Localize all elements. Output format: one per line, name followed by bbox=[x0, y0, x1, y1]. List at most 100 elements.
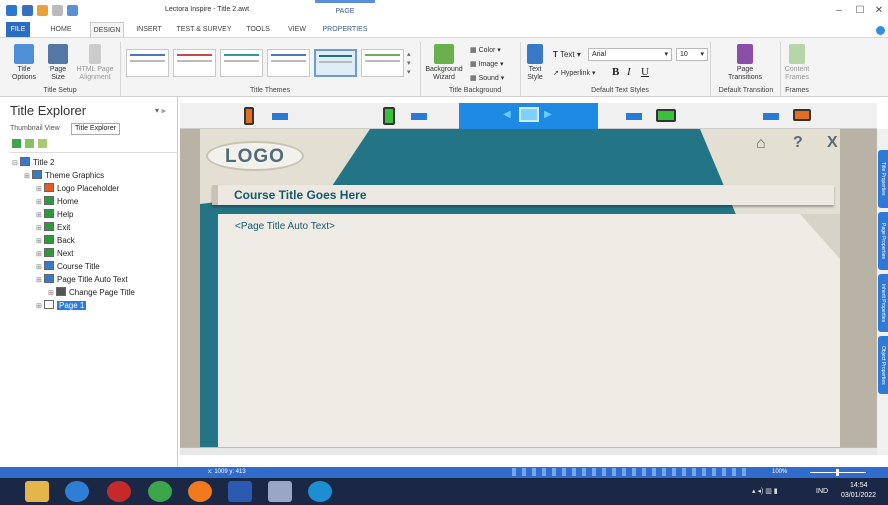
page-transitions-button[interactable]: Page Transitions bbox=[722, 44, 768, 82]
tree-node-icon bbox=[20, 157, 30, 166]
text-style-button[interactable]: Text Style bbox=[522, 44, 548, 82]
font-family-select[interactable]: Arial ▾ bbox=[588, 48, 672, 61]
html-page-alignment-button[interactable]: HTML Page Alignment bbox=[76, 44, 114, 82]
clock-date[interactable]: 03/01/2022 bbox=[841, 492, 876, 499]
background-wizard-button[interactable]: Background Wizard bbox=[424, 44, 464, 82]
save-icon[interactable] bbox=[22, 5, 33, 16]
italic-button[interactable]: I bbox=[627, 66, 631, 78]
theme-thumb-2[interactable] bbox=[173, 49, 216, 77]
file-explorer-icon[interactable] bbox=[25, 481, 49, 502]
theme-thumb-4[interactable] bbox=[267, 49, 310, 77]
clock-time[interactable]: 14:54 bbox=[850, 482, 868, 489]
redo-icon[interactable] bbox=[52, 5, 63, 16]
tab-home[interactable]: HOME bbox=[46, 22, 76, 37]
tree-item[interactable]: ⊞ Page Title Auto Text bbox=[36, 273, 128, 286]
collapse-icon[interactable] bbox=[25, 139, 34, 148]
maximize-button[interactable]: ☐ bbox=[851, 4, 869, 18]
text-type-dropdown[interactable]: T Text ▾ bbox=[553, 50, 581, 59]
separator bbox=[780, 42, 781, 96]
theme-thumb-6[interactable] bbox=[361, 49, 404, 77]
internet-explorer-icon[interactable] bbox=[65, 481, 89, 502]
title-options-button[interactable]: Title Options bbox=[10, 44, 38, 82]
phone-landscape-icon bbox=[793, 109, 811, 121]
tree-node-icon bbox=[44, 183, 54, 192]
side-tab[interactable]: Object Properties bbox=[878, 336, 888, 394]
help-button[interactable]: ? bbox=[793, 134, 803, 152]
bold-button[interactable]: B bbox=[612, 66, 619, 78]
tree-item[interactable]: ⊞ Home bbox=[36, 195, 78, 208]
side-tab[interactable]: Page Properties bbox=[878, 212, 888, 270]
tab-title-explorer[interactable]: Title Explorer bbox=[71, 123, 120, 135]
word-icon[interactable] bbox=[228, 481, 252, 502]
input-language[interactable]: IND bbox=[816, 488, 828, 495]
tree-item[interactable]: ⊟ Title 2 bbox=[12, 156, 55, 169]
expander-icon[interactable]: ⊞ bbox=[36, 274, 44, 287]
firefox-icon[interactable] bbox=[188, 481, 212, 502]
underline-button[interactable]: U bbox=[641, 66, 649, 78]
minimize-button[interactable]: – bbox=[830, 4, 848, 18]
undo-icon[interactable] bbox=[37, 5, 48, 16]
font-size-select[interactable]: 10 ▾ bbox=[676, 48, 708, 61]
tree-item[interactable]: ⊞ Logo Placeholder bbox=[36, 182, 119, 195]
theme-thumb-3[interactable] bbox=[220, 49, 263, 77]
close-button[interactable]: ✕ bbox=[870, 4, 888, 18]
bg-sound-button[interactable]: ▦ Sound ▾ bbox=[470, 74, 504, 83]
tree-item[interactable]: ⊞ Course Title bbox=[36, 260, 100, 273]
tree-item[interactable]: ⊞ Back bbox=[36, 234, 75, 247]
bg-image-button[interactable]: ▦ Image ▾ bbox=[470, 60, 504, 69]
tab-tools[interactable]: TOOLS bbox=[243, 22, 273, 37]
zoom-slider-thumb[interactable] bbox=[836, 469, 839, 476]
exit-button[interactable]: X bbox=[827, 134, 838, 152]
content-frames-icon bbox=[789, 44, 805, 64]
tab-design[interactable]: DESIGN bbox=[90, 22, 124, 37]
tab-view[interactable]: VIEW bbox=[284, 22, 310, 37]
side-tab[interactable]: Title Properties bbox=[878, 150, 888, 208]
preview-icon[interactable] bbox=[67, 5, 78, 16]
tab-insert[interactable]: INSERT bbox=[132, 22, 166, 37]
device-tablet-landscape[interactable] bbox=[598, 103, 737, 129]
theme-thumb-5-selected[interactable] bbox=[314, 49, 357, 77]
tab-file[interactable]: FILE bbox=[6, 22, 30, 37]
tray-icons[interactable]: ▴ ◂) ▥ ▮ bbox=[752, 487, 778, 495]
tree-item[interactable]: ⊞ Exit bbox=[36, 221, 70, 234]
device-phone-portrait[interactable] bbox=[180, 103, 319, 129]
hyperlink-dropdown[interactable]: ↗ Hyperlink ▾ bbox=[553, 69, 595, 78]
theme-thumb-1[interactable] bbox=[126, 49, 169, 77]
alignment-icon bbox=[89, 44, 101, 64]
logo-placeholder[interactable]: LOGO bbox=[206, 141, 304, 171]
tree-item[interactable]: ⊞ Help bbox=[36, 208, 73, 221]
refresh-icon[interactable] bbox=[38, 139, 47, 148]
tree-node-icon bbox=[44, 300, 54, 309]
panel-menu-icon[interactable]: ▾ ⫸ bbox=[155, 106, 166, 116]
tree-item[interactable]: ⊞ Theme Graphics bbox=[24, 169, 104, 182]
device-tablet-portrait[interactable] bbox=[319, 103, 458, 129]
chrome-icon[interactable] bbox=[148, 481, 172, 502]
media-app-icon[interactable] bbox=[107, 481, 131, 502]
tab-properties[interactable]: PROPERTIES bbox=[318, 22, 372, 37]
separator bbox=[520, 42, 521, 96]
tree-item[interactable]: ⊞ Page 1 bbox=[36, 299, 87, 313]
help-circle-icon[interactable] bbox=[876, 26, 885, 35]
expander-icon[interactable]: ⊞ bbox=[36, 300, 44, 313]
page-size-button[interactable]: Page Size bbox=[44, 44, 72, 82]
horizontal-scrollbar[interactable] bbox=[180, 447, 877, 455]
theme-gallery-scroll-icon[interactable]: ▴ ▾ ▾ bbox=[407, 50, 411, 77]
snipping-tool-icon[interactable] bbox=[268, 481, 292, 502]
page-title-auto-text[interactable]: <Page Title Auto Text> bbox=[235, 221, 335, 232]
device-desktop-selected[interactable]: ◀ ▶ bbox=[459, 103, 598, 129]
status-toolbar-icons[interactable] bbox=[512, 468, 752, 476]
tab-thumbnail-view[interactable]: Thumbnail View bbox=[10, 125, 60, 132]
lectora-icon[interactable] bbox=[308, 481, 332, 502]
home-icon[interactable]: ⌂ bbox=[756, 135, 766, 153]
tab-test-survey[interactable]: TEST & SURVEY bbox=[174, 22, 234, 37]
bg-color-button[interactable]: ▦ Color ▾ bbox=[470, 46, 501, 55]
expander-icon[interactable]: ⊞ bbox=[24, 170, 32, 183]
tree-item[interactable]: ⊞ Change Page Title bbox=[48, 286, 135, 299]
tree-item[interactable]: ⊞ Next bbox=[36, 247, 73, 260]
side-tab[interactable]: Inherit Properties bbox=[878, 274, 888, 332]
course-title[interactable]: Course Title Goes Here bbox=[234, 188, 367, 202]
device-phone-landscape[interactable] bbox=[737, 103, 876, 129]
expand-icon[interactable] bbox=[12, 139, 21, 148]
content-frames-button[interactable]: Content Frames bbox=[782, 44, 812, 82]
expander-icon[interactable]: ⊟ bbox=[12, 157, 20, 170]
